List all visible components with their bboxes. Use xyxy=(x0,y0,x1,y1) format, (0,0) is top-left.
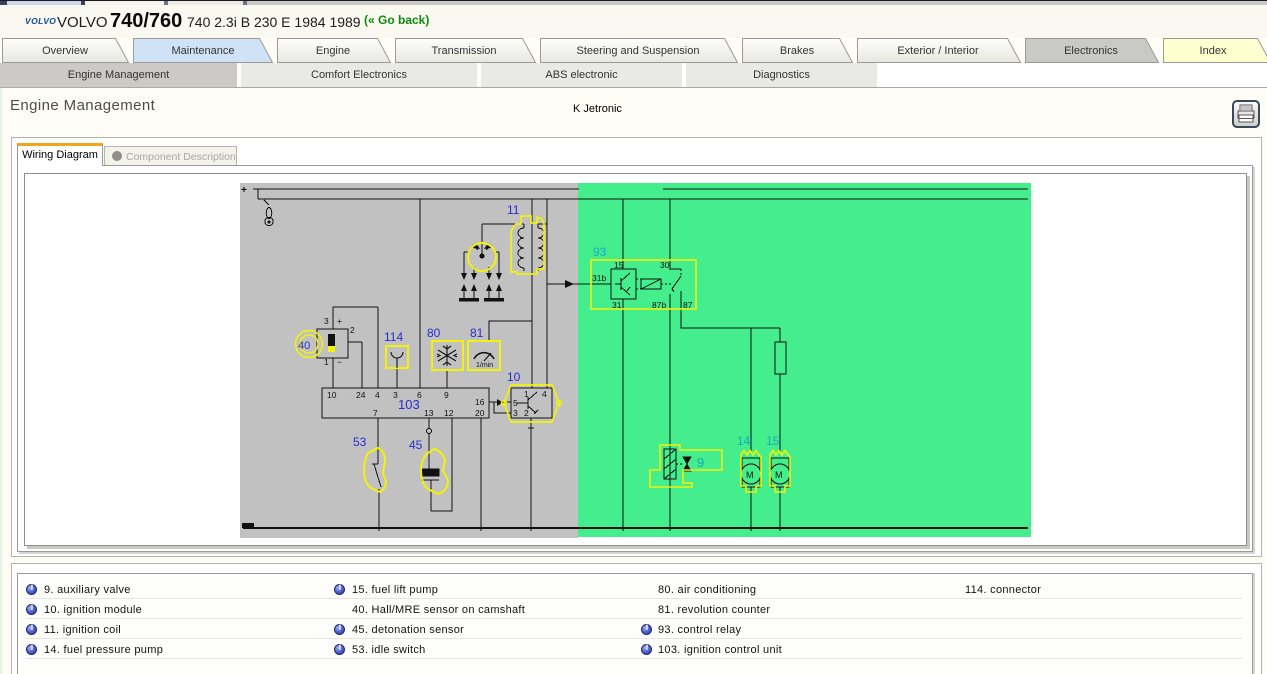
svg-text:Steering and Suspension: Steering and Suspension xyxy=(577,45,700,57)
svg-text:Overview: Overview xyxy=(42,45,88,57)
svg-text:3: 3 xyxy=(324,316,329,326)
svg-text:Index: Index xyxy=(1200,45,1227,57)
svg-text:2: 2 xyxy=(350,325,355,335)
svg-text:Exterior / Interior: Exterior / Interior xyxy=(897,45,979,57)
svg-text:24: 24 xyxy=(356,390,366,400)
svg-text:+: + xyxy=(337,316,342,326)
svg-text:12: 12 xyxy=(444,408,454,418)
svg-text:+: + xyxy=(241,185,247,196)
svg-text:15: 15 xyxy=(614,260,624,270)
svg-text:5: 5 xyxy=(513,398,518,408)
svg-text:80: 80 xyxy=(427,326,441,340)
svg-text:1: 1 xyxy=(524,389,529,399)
svg-text:Brakes: Brakes xyxy=(780,45,815,57)
svg-text:Transmission: Transmission xyxy=(432,45,497,57)
svg-text:M: M xyxy=(746,470,754,480)
svg-text:11: 11 xyxy=(507,203,520,217)
svg-text:4: 4 xyxy=(375,390,380,400)
svg-text:14: 14 xyxy=(737,434,751,448)
svg-text:87: 87 xyxy=(683,300,693,310)
svg-text:31: 31 xyxy=(612,300,622,310)
svg-text:31b: 31b xyxy=(592,273,606,283)
svg-text:9: 9 xyxy=(444,390,449,400)
svg-text:7: 7 xyxy=(373,408,378,418)
svg-text:M: M xyxy=(775,470,783,480)
svg-text:Electronics: Electronics xyxy=(1064,45,1118,57)
svg-text:87b: 87b xyxy=(652,300,666,310)
svg-text:3: 3 xyxy=(393,390,398,400)
svg-text:20: 20 xyxy=(475,408,485,418)
svg-text:10: 10 xyxy=(327,390,337,400)
svg-text:45: 45 xyxy=(409,438,423,452)
svg-text:6: 6 xyxy=(417,390,422,400)
svg-text:13: 13 xyxy=(424,408,434,418)
svg-text:10: 10 xyxy=(507,370,521,384)
svg-text:4: 4 xyxy=(542,389,547,399)
svg-text:2: 2 xyxy=(524,408,529,418)
svg-text:53: 53 xyxy=(353,435,367,449)
svg-text:1: 1 xyxy=(324,357,329,367)
svg-text:1/min: 1/min xyxy=(476,362,493,369)
svg-text:3: 3 xyxy=(513,408,518,418)
svg-text:9: 9 xyxy=(697,455,704,470)
svg-text:16: 16 xyxy=(475,397,485,407)
svg-text:Engine: Engine xyxy=(316,45,350,57)
svg-text:15: 15 xyxy=(766,434,780,448)
svg-text:114: 114 xyxy=(384,330,403,344)
svg-text:81: 81 xyxy=(470,326,484,340)
svg-text:40: 40 xyxy=(298,340,310,352)
svg-text:−: − xyxy=(337,357,342,367)
svg-text:30: 30 xyxy=(660,260,670,270)
svg-text:Maintenance: Maintenance xyxy=(172,45,235,57)
svg-text:93: 93 xyxy=(593,245,607,259)
